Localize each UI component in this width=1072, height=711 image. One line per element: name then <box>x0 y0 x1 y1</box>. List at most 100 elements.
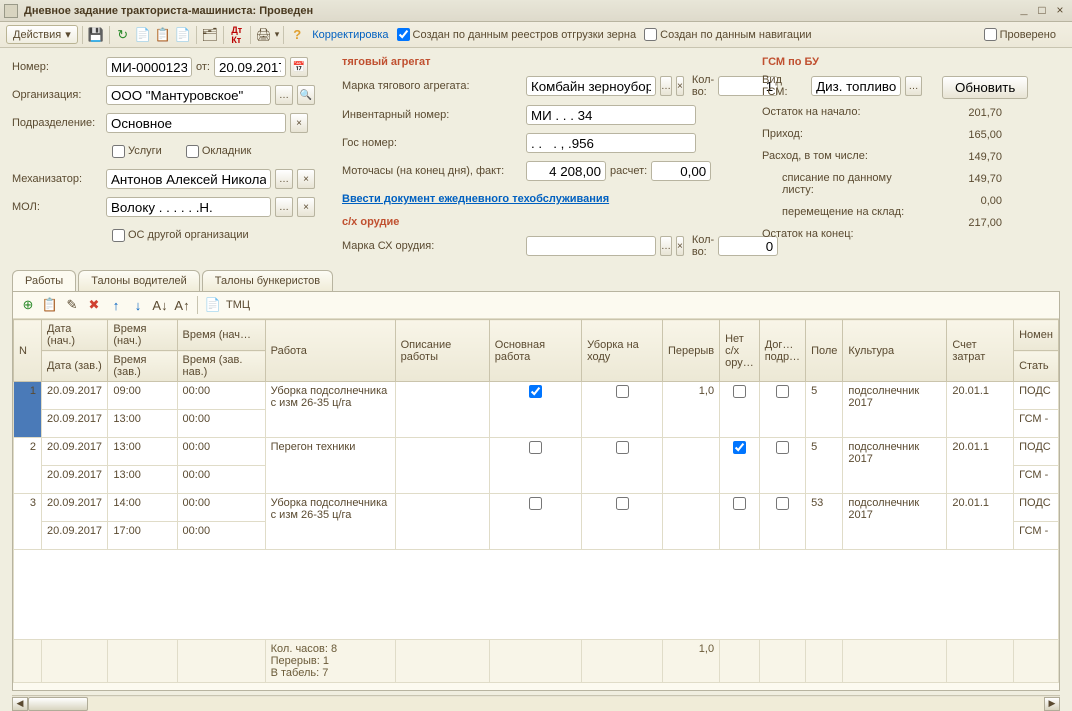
cell-culture[interactable]: подсолнечник 2017 <box>843 494 947 550</box>
cell-time-end[interactable]: 17:00 <box>108 522 177 550</box>
col-nomen[interactable]: Номен <box>1014 320 1059 351</box>
cell-field[interactable]: 5 <box>806 438 843 494</box>
col-no-implement[interactable]: Нет с/х ору… <box>720 320 760 382</box>
structure-icon[interactable]: 🗂 <box>201 26 219 44</box>
cell-nomen[interactable]: ПОДС <box>1014 494 1059 522</box>
cell-no-implement[interactable] <box>720 494 760 550</box>
col-time-nav-end[interactable]: Время (зав. нав.) <box>177 351 265 382</box>
sort-desc-icon[interactable]: A↑ <box>173 296 191 314</box>
cell-n[interactable]: 3 <box>14 494 42 550</box>
cell-stat[interactable]: ГСМ - <box>1014 466 1059 494</box>
cell-time-nav-start[interactable]: 00:00 <box>177 438 265 466</box>
cell-date-end[interactable]: 20.09.2017 <box>42 522 108 550</box>
cell-main[interactable] <box>489 382 581 438</box>
open-button[interactable]: 🔍 <box>297 85 315 105</box>
select-button[interactable]: … <box>275 85 293 105</box>
clear-button[interactable]: × <box>676 76 684 96</box>
cell-culture[interactable]: подсолнечник 2017 <box>843 438 947 494</box>
actions-menu-button[interactable]: Действия ▾ <box>6 25 78 44</box>
tab-work[interactable]: Работы <box>12 270 76 291</box>
cell-break[interactable] <box>662 438 719 494</box>
calendar-icon[interactable]: 📅 <box>290 57 308 77</box>
sort-asc-icon[interactable]: A↓ <box>151 296 169 314</box>
cell-time-end[interactable]: 13:00 <box>108 466 177 494</box>
cell-time-start[interactable]: 09:00 <box>108 382 177 410</box>
dept-input[interactable] <box>106 113 286 133</box>
col-time-end[interactable]: Время (зав.) <box>108 351 177 382</box>
cell-culture[interactable]: подсолнечник 2017 <box>843 382 947 438</box>
org-input[interactable] <box>106 85 271 105</box>
cell-n[interactable]: 2 <box>14 438 42 494</box>
cell-onmove[interactable] <box>582 494 663 550</box>
cell-contract[interactable] <box>759 438 805 494</box>
select-button[interactable]: … <box>660 76 672 96</box>
col-n[interactable]: N <box>14 320 42 382</box>
col-break[interactable]: Перерыв <box>662 320 719 382</box>
orudie-input[interactable] <box>526 236 656 256</box>
okladnik-checkbox[interactable]: Окладник <box>186 145 251 158</box>
checked-checkbox[interactable]: Проверено <box>984 28 1056 41</box>
cell-work[interactable]: Перегон техники <box>265 438 395 494</box>
marka-input[interactable] <box>526 76 656 96</box>
select-button[interactable]: … <box>275 197 293 217</box>
chevron-down-icon[interactable]: ▾ <box>275 29 280 40</box>
cell-break[interactable]: 1,0 <box>662 382 719 438</box>
moto-calc-input[interactable] <box>651 161 711 181</box>
scroll-thumb[interactable] <box>28 697 88 711</box>
refresh-icon[interactable]: ↻ <box>114 26 132 44</box>
maintenance-doc-link[interactable]: Ввести документ ежедневного техобслужива… <box>342 193 609 205</box>
korrektirovka-link[interactable]: Корректировка <box>312 29 388 41</box>
copy-row-icon[interactable]: 📋 <box>41 296 59 314</box>
cell-onmove[interactable] <box>582 438 663 494</box>
save-icon[interactable]: 💾 <box>87 26 105 44</box>
doc-post-icon[interactable]: 📋 <box>154 26 172 44</box>
cell-date-end[interactable]: 20.09.2017 <box>42 410 108 438</box>
update-button[interactable]: Обновить <box>942 76 1028 99</box>
cell-stat[interactable]: ГСМ - <box>1014 522 1059 550</box>
clear-button[interactable]: × <box>290 113 308 133</box>
col-field[interactable]: Поле <box>806 320 843 382</box>
cell-time-nav-end[interactable]: 00:00 <box>177 410 265 438</box>
cell-account[interactable]: 20.01.1 <box>947 438 1014 494</box>
cell-main[interactable] <box>489 494 581 550</box>
cell-stat[interactable]: ГСМ - <box>1014 410 1059 438</box>
cell-time-nav-start[interactable]: 00:00 <box>177 494 265 522</box>
col-culture[interactable]: Культура <box>843 320 947 382</box>
work-grid[interactable]: N Дата (нач.) Время (нач.) Время (нач… Р… <box>13 319 1059 690</box>
tab-bunker-talons[interactable]: Талоны бункеристов <box>202 270 333 291</box>
cell-work[interactable]: Уборка подсолнечника с изм 26-35 ц/га <box>265 382 395 438</box>
close-button[interactable]: × <box>1052 4 1068 18</box>
scroll-right-icon[interactable]: ▶ <box>1044 697 1060 711</box>
add-row-icon[interactable]: ⊕ <box>19 296 37 314</box>
os-other-checkbox[interactable]: ОС другой организации <box>112 229 249 242</box>
scroll-left-icon[interactable]: ◀ <box>12 697 28 711</box>
cell-nomen[interactable]: ПОДС <box>1014 382 1059 410</box>
registry-checkbox[interactable]: Создан по данным реестров отгрузки зерна <box>397 28 637 41</box>
cell-date-end[interactable]: 20.09.2017 <box>42 466 108 494</box>
cell-no-implement[interactable] <box>720 438 760 494</box>
cell-main[interactable] <box>489 438 581 494</box>
cell-time-end[interactable]: 13:00 <box>108 410 177 438</box>
col-contract[interactable]: Дог… подр… <box>759 320 805 382</box>
cell-field[interactable]: 53 <box>806 494 843 550</box>
clear-button[interactable]: × <box>676 236 684 256</box>
table-row[interactable]: 1 20.09.2017 09:00 00:00 Уборка подсолне… <box>14 382 1059 410</box>
date-input[interactable] <box>214 57 286 77</box>
delete-row-icon[interactable]: ✖ <box>85 296 103 314</box>
number-input[interactable] <box>106 57 192 77</box>
select-button[interactable]: … <box>275 169 293 189</box>
table-row[interactable]: 2 20.09.2017 13:00 00:00 Перегон техники… <box>14 438 1059 466</box>
maximize-button[interactable]: □ <box>1034 4 1050 18</box>
cell-desc[interactable] <box>395 438 489 494</box>
col-main[interactable]: Основная работа <box>489 320 581 382</box>
select-button[interactable]: … <box>905 76 922 96</box>
navigation-checkbox[interactable]: Создан по данным навигации <box>644 28 811 41</box>
uslugi-checkbox[interactable]: Услуги <box>112 145 162 158</box>
clear-button[interactable]: × <box>297 169 315 189</box>
col-account[interactable]: Счет затрат <box>947 320 1014 382</box>
cell-time-nav-start[interactable]: 00:00 <box>177 382 265 410</box>
dt-kt-icon[interactable]: ДтКт <box>228 26 246 44</box>
cell-time-nav-end[interactable]: 00:00 <box>177 522 265 550</box>
cell-work[interactable]: Уборка подсолнечника с изм 26-35 ц/га <box>265 494 395 550</box>
unpost-icon[interactable]: 📄 <box>174 26 192 44</box>
